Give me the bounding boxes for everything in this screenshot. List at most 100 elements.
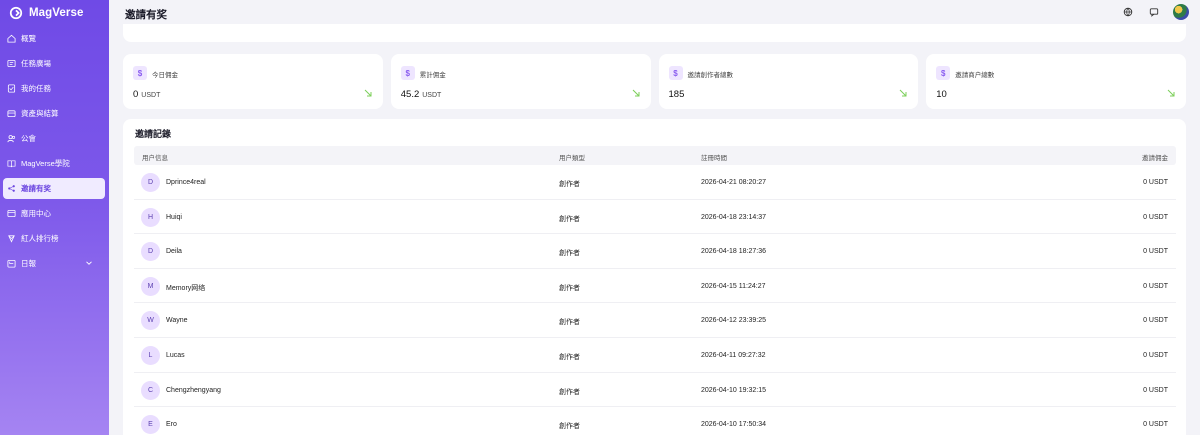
sidebar-item-label: 任務廣場 (21, 59, 51, 68)
wallet-icon (7, 110, 16, 118)
main-content: 邀請有奖 $ 今日佣金 0 USDT $ 累計佣金 45.2 USDT $ 邀請創 (109, 0, 1200, 435)
sidebar-item-label: MagVerse學院 (21, 159, 70, 168)
user-name: Memory网络 (166, 284, 206, 292)
user-type: 創作者 (559, 181, 580, 188)
dollar-icon: $ (668, 66, 683, 80)
user-type: 創作者 (559, 388, 580, 396)
dollar-icon: $ (936, 66, 951, 80)
stat-label: 邀請商户總數 (955, 72, 995, 79)
stat-card-invited-creators: $ 邀請創作者總數 185 (658, 54, 919, 109)
app-name: MagVerse (29, 7, 84, 19)
stat-label: 累計佣金 (419, 72, 446, 79)
trend-arrow-icon (1167, 89, 1175, 97)
logo-icon (9, 6, 23, 20)
dollar-icon: $ (400, 66, 415, 80)
table-row: M Memory网络 創作者 2026-04-15 11:24:27 0 USDT (134, 269, 1176, 304)
user-avatar[interactable] (1173, 4, 1189, 20)
sidebar-item-invite[interactable]: 邀請有奖 (3, 178, 105, 199)
language-button[interactable] (1121, 5, 1135, 19)
stat-value: 10 (936, 89, 947, 100)
commission-value: 0 USDT (1143, 248, 1168, 256)
stats-row: $ 今日佣金 0 USDT $ 累計佣金 45.2 USDT $ 邀請創作者總數 1… (123, 54, 1186, 109)
avatar: L (141, 346, 160, 365)
page-title: 邀請有奖 (125, 9, 167, 21)
register-time: 2026-04-10 17:50:34 (701, 421, 766, 429)
table-row: D Dprince4real 創作者 2026-04-21 08:20:27 0 USD… (134, 165, 1176, 200)
column-header-commission: 邀請佣金 (1142, 155, 1168, 162)
register-time: 2026-04-21 08:20:27 (701, 179, 766, 186)
sidebar-item-ranking[interactable]: 紅人排行榜 (3, 228, 105, 249)
user-name: Deila (166, 248, 182, 256)
logo[interactable]: MagVerse (0, 0, 109, 26)
sidebar-item-assets[interactable]: 資產與結算 (3, 103, 105, 124)
commission-value: 0 USDT (1143, 386, 1168, 394)
sidebar-item-overview[interactable]: 概覽 (3, 28, 105, 49)
commission-value: 0 USDT (1143, 213, 1168, 221)
trend-arrow-icon (899, 89, 907, 97)
stat-value: 45.2 USDT (400, 89, 442, 100)
trend-arrow-icon (632, 89, 639, 97)
register-time: 2026-04-10 19:32:15 (701, 386, 766, 394)
user-name: Ero (166, 421, 177, 429)
avatar: E (141, 415, 160, 435)
commission-value: 0 USDT (1143, 421, 1168, 429)
sidebar-item-daily[interactable]: 日報 (3, 253, 105, 274)
avatar: D (141, 173, 160, 192)
records-title: 邀請記錄 (135, 129, 172, 139)
invite-records-panel: 邀請記錄 用户信息 用户類型 註冊時間 邀請佣金 D Dprince4real 創作… (123, 119, 1186, 435)
commission-value: 0 USDT (1143, 179, 1168, 186)
sidebar-item-label: 公會 (21, 134, 36, 143)
sidebar-item-app-center[interactable]: 應用中心 (3, 203, 105, 224)
user-name: Wayne (166, 317, 188, 325)
sidebar-item-guild[interactable]: 公會 (3, 128, 105, 149)
table-row: W Wayne 創作者 2026-04-12 23:39:25 0 USDT (134, 303, 1176, 338)
sidebar-item-label: 紅人排行榜 (21, 234, 59, 243)
commission-value: 0 USDT (1143, 317, 1168, 325)
sidebar-item-task-square[interactable]: 任務廣場 (3, 53, 105, 74)
avatar: C (141, 380, 160, 400)
stat-label: 今日佣金 (152, 72, 178, 79)
user-name: Chengzhengyang (166, 386, 221, 394)
share-icon (8, 185, 15, 192)
user-name: Dprince4real (166, 179, 206, 186)
stat-card-total-commission: $ 累計佣金 45.2 USDT (390, 54, 651, 109)
chevron-down-icon[interactable] (85, 259, 93, 267)
avatar: W (141, 311, 160, 331)
stat-card-today-commission: $ 今日佣金 0 USDT (123, 54, 383, 109)
stat-value: 185 (668, 89, 685, 100)
sidebar-item-my-tasks[interactable]: 我的任務 (3, 78, 105, 99)
user-type: 創作者 (559, 250, 580, 258)
column-header-user-info: 用户信息 (142, 155, 168, 162)
user-name: Huiqi (166, 213, 182, 221)
book-icon (7, 160, 16, 168)
avatar: H (141, 207, 160, 227)
table-header: 用户信息 用户類型 註冊時間 邀請佣金 (134, 146, 1176, 165)
user-type: 創作者 (559, 284, 580, 292)
user-type: 創作者 (559, 423, 580, 431)
user-type: 創作者 (559, 319, 580, 327)
sidebar-nav: 概覽 任務廣場 我的任務 資產與結算 公會 MagVerse學院 邀請有奖 應用… (0, 28, 109, 274)
sidebar-item-label: 應用中心 (21, 209, 51, 218)
column-header-register-time: 註冊時間 (701, 155, 727, 162)
globe-icon (1123, 7, 1133, 17)
app-center-icon (7, 209, 16, 218)
my-task-icon (7, 84, 16, 93)
dollar-icon: $ (133, 66, 147, 80)
register-time: 2026-04-12 23:39:25 (701, 317, 766, 325)
register-time: 2026-04-18 23:14:37 (701, 213, 766, 221)
sidebar-item-label: 日報 (21, 259, 36, 268)
message-icon (1149, 8, 1159, 17)
sidebar-item-label: 概覽 (21, 34, 36, 43)
table-row: E Ero 創作者 2026-04-10 17:50:34 0 USDT (134, 407, 1176, 435)
table-row: H Huiqi 創作者 2026-04-18 23:14:37 0 USDT (134, 200, 1176, 235)
stat-label: 邀請創作者總數 (687, 72, 734, 79)
sidebar-item-academy[interactable]: MagVerse學院 (3, 153, 105, 174)
table-row: D Deila 創作者 2026-04-18 18:27:36 0 USDT (134, 234, 1176, 269)
commission-value: 0 USDT (1143, 282, 1168, 290)
commission-value: 0 USDT (1143, 352, 1168, 359)
sidebar-item-label: 我的任務 (21, 84, 51, 93)
calendar-icon (7, 259, 16, 268)
message-button[interactable] (1147, 5, 1161, 19)
register-time: 2026-04-15 11:24:27 (701, 282, 766, 290)
register-time: 2026-04-11 09:27:32 (701, 352, 766, 359)
